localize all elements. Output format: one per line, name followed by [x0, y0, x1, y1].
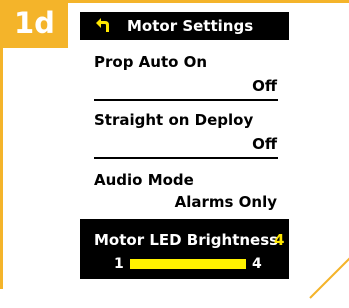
slider-min-label: 1 [114, 256, 124, 272]
selected-setting-value: 4 [274, 231, 285, 249]
divider [94, 99, 278, 101]
setting-value: Alarms Only [174, 193, 277, 211]
step-label: 1d [14, 6, 55, 40]
screen-header: Motor Settings [80, 12, 289, 40]
setting-label: Prop Auto On [94, 53, 208, 71]
divider [94, 157, 278, 159]
setting-value: Off [252, 77, 277, 95]
callout-line [309, 257, 349, 299]
setting-value: Off [252, 135, 277, 153]
selected-setting-label: Motor LED Brightness [94, 231, 279, 249]
screen-title: Motor Settings [127, 17, 254, 35]
step-badge: 1d [0, 0, 68, 48]
brightness-slider[interactable] [130, 259, 246, 269]
slider-max-label: 4 [252, 256, 262, 272]
setting-label: Straight on Deploy [94, 111, 254, 129]
setting-motor-led-brightness[interactable]: Motor LED Brightness 4 1 4 [80, 219, 289, 279]
setting-label: Audio Mode [94, 171, 194, 189]
brightness-slider-fill [130, 259, 246, 269]
device-screen: Motor Settings Prop Auto On Off Straight… [80, 12, 289, 289]
back-arrow-icon[interactable] [92, 16, 112, 36]
